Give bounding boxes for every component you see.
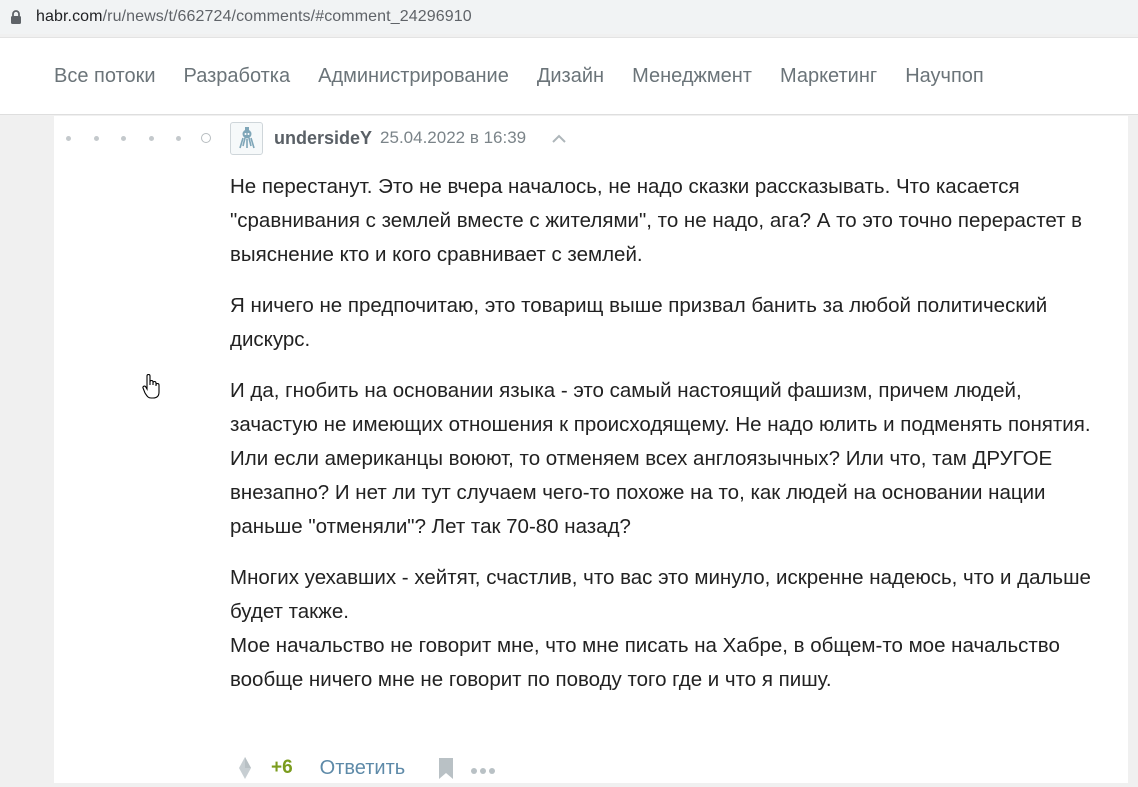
thread-level-dot[interactable] (66, 135, 71, 141)
comment-score: +6 (271, 757, 293, 778)
comment-text: Не перестанут. Это не вчера началось, не… (230, 170, 1110, 714)
thread-depth-indicator[interactable] (66, 130, 211, 146)
thread-level-dot[interactable] (93, 135, 99, 141)
comment-paragraph: И да, гнобить на основании языка - это с… (230, 379, 1091, 538)
avatar[interactable] (230, 121, 263, 155)
thread-level-dot[interactable] (176, 135, 181, 141)
hub-navigation: Все потоки Разработка Администрирование … (0, 37, 1138, 115)
nav-item-development[interactable]: Разработка (184, 65, 291, 88)
nav-item-all-streams[interactable]: Все потоки (54, 65, 156, 88)
comment-paragraph: Я ничего не предпочитаю, это товарищ выш… (230, 294, 1048, 351)
thread-level-dot[interactable] (148, 135, 154, 141)
nav-item-marketing[interactable]: Маркетинг (780, 65, 877, 88)
nav-item-popsci[interactable]: Научпоп (905, 65, 984, 88)
nav-item-management[interactable]: Менеджмент (632, 65, 752, 88)
avatar-icon (238, 127, 255, 149)
lock-icon[interactable] (10, 10, 22, 24)
url-text[interactable]: habr.com/ru/news/t/662724/comments/#comm… (36, 8, 472, 26)
thread-level-dot[interactable] (121, 135, 126, 141)
comment-actions: +6 Ответить (230, 752, 499, 784)
chevron-up-icon[interactable] (550, 132, 568, 144)
bookmark-icon[interactable] (437, 755, 455, 781)
reply-button[interactable]: Ответить (320, 757, 406, 780)
comment-header: undersideY 25.04.2022 в 16:39 (230, 121, 568, 155)
url-host: habr.com (36, 8, 103, 25)
comment-author[interactable]: undersideY (274, 128, 372, 149)
url-path: /ru/news/t/662724/comments/#comment_2429… (102, 8, 472, 25)
hand-cursor-icon (142, 374, 160, 400)
comment-paragraph: Мое начальство не говорит мне, что мне п… (230, 634, 1060, 691)
vote-icon[interactable] (230, 754, 260, 782)
nav-item-design[interactable]: Дизайн (537, 65, 604, 88)
comment-paragraph: Многих уехавших - хейтят, счастлив, что … (230, 566, 1091, 623)
comment-paragraph: Не перестанут. Это не вчера началось, не… (230, 175, 1083, 266)
thread-current-ring[interactable] (200, 133, 211, 143)
more-options-icon[interactable] (469, 763, 499, 774)
address-bar[interactable]: habr.com/ru/news/t/662724/comments/#comm… (0, 0, 1138, 34)
nav-item-administration[interactable]: Администрирование (318, 65, 509, 88)
comment-timestamp[interactable]: 25.04.2022 в 16:39 (380, 128, 526, 148)
